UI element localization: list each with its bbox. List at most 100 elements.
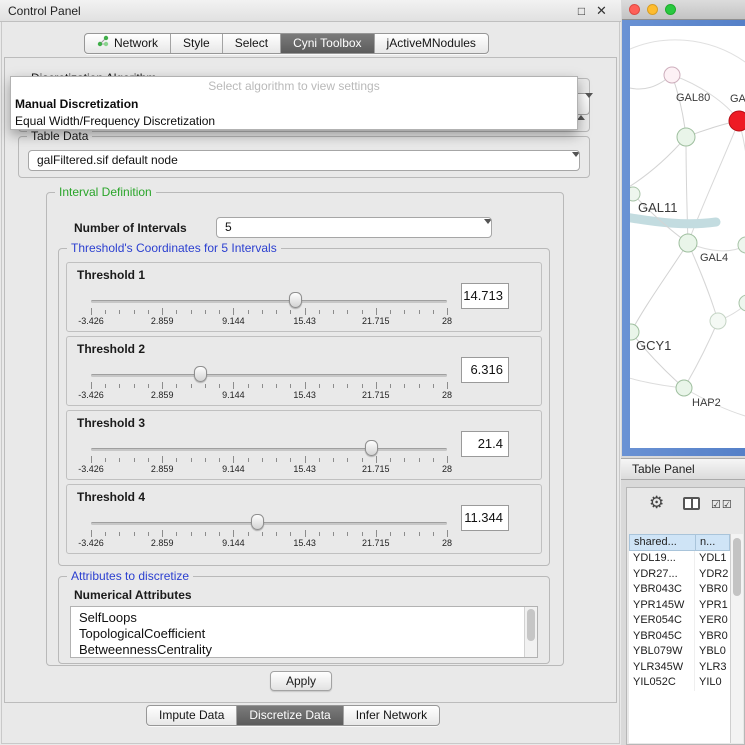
- mac-zoom-icon[interactable]: [665, 4, 676, 15]
- scrollbar-thumb[interactable]: [733, 538, 741, 596]
- threshold-value-field[interactable]: 11.344: [461, 505, 509, 531]
- tick-mark: [262, 384, 263, 388]
- column-header-name[interactable]: n...: [695, 534, 730, 551]
- cell-name[interactable]: YLR3: [695, 660, 730, 676]
- numerical-attributes-list[interactable]: SelfLoopsTopologicalCoefficientBetweenne…: [70, 606, 538, 658]
- table-row[interactable]: YBL079WYBL0: [629, 644, 730, 660]
- tab-jactivemnodules[interactable]: jActiveMNodules: [375, 34, 488, 53]
- network-node[interactable]: [676, 380, 692, 396]
- attribute-list-item[interactable]: SelfLoops: [79, 610, 537, 626]
- mac-close-icon[interactable]: [629, 4, 640, 15]
- table-row[interactable]: YIL052CYIL0: [629, 675, 730, 691]
- network-edge[interactable]: [630, 40, 745, 64]
- cell-name[interactable]: YER0: [695, 613, 730, 629]
- popup-option-equal-width-frequency[interactable]: Equal Width/Frequency Discretization: [11, 113, 577, 130]
- slider-thumb[interactable]: [194, 366, 207, 382]
- network-edge[interactable]: [672, 75, 686, 137]
- network-edge[interactable]: [630, 216, 716, 224]
- network-node[interactable]: [710, 313, 726, 329]
- attribute-list-item[interactable]: TopologicalCoefficient: [79, 626, 537, 642]
- cell-shared-name[interactable]: YDL19...: [629, 551, 695, 567]
- table-panel-header[interactable]: Table Panel: [621, 458, 745, 480]
- attribute-list-item[interactable]: BetweennessCentrality: [79, 642, 537, 658]
- network-node[interactable]: [630, 187, 640, 201]
- table-row[interactable]: YER054CYER0: [629, 613, 730, 629]
- cell-name[interactable]: YPR1: [695, 598, 730, 614]
- number-of-intervals-combo[interactable]: 5: [216, 217, 492, 238]
- network-edge[interactable]: [739, 121, 745, 245]
- network-edge[interactable]: [630, 137, 686, 190]
- threshold-slider[interactable]: [91, 448, 447, 451]
- cell-name[interactable]: YBR0: [695, 629, 730, 645]
- threshold-value-field[interactable]: 6.316: [461, 357, 509, 383]
- table-row[interactable]: YBR043CYBR0: [629, 582, 730, 598]
- slider-track[interactable]: [91, 374, 447, 377]
- slider-track[interactable]: [91, 448, 447, 451]
- scrollbar-thumb[interactable]: [527, 609, 535, 641]
- table-row[interactable]: YDR27...YDR2: [629, 567, 730, 583]
- cell-name[interactable]: YIL0: [695, 675, 730, 691]
- cell-name[interactable]: YBL0: [695, 644, 730, 660]
- network-node[interactable]: [738, 237, 745, 253]
- cell-shared-name[interactable]: YPR145W: [629, 598, 695, 614]
- cell-shared-name[interactable]: YBR043C: [629, 582, 695, 598]
- table-row[interactable]: YPR145WYPR1: [629, 598, 730, 614]
- table-row[interactable]: YBR045CYBR0: [629, 629, 730, 645]
- slider-ticks: [91, 308, 447, 315]
- tab-cyni-toolbox[interactable]: Cyni Toolbox: [281, 34, 374, 53]
- scale-tick-label: 9.144: [222, 538, 245, 548]
- tab-label: Infer Network: [356, 706, 427, 725]
- threshold-slider[interactable]: [91, 300, 447, 303]
- network-node[interactable]: [679, 234, 697, 252]
- cell-shared-name[interactable]: YLR345W: [629, 660, 695, 676]
- cell-name[interactable]: YDL1: [695, 551, 730, 567]
- tab-discretize-data[interactable]: Discretize Data: [237, 706, 343, 725]
- tab-impute-data[interactable]: Impute Data: [147, 706, 237, 725]
- threshold-slider[interactable]: [91, 522, 447, 525]
- scale-tick-label: 15.43: [293, 538, 316, 548]
- network-edge[interactable]: [684, 321, 718, 388]
- cell-shared-name[interactable]: YER054C: [629, 613, 695, 629]
- cell-name[interactable]: YBR0: [695, 582, 730, 598]
- tab-infer-network[interactable]: Infer Network: [344, 706, 439, 725]
- cell-shared-name[interactable]: YIL052C: [629, 675, 695, 691]
- network-edge[interactable]: [631, 243, 688, 332]
- tab-style[interactable]: Style: [171, 34, 223, 53]
- threshold-4-panel: Threshold 4 -3.4262.8599.14415.4321.7152…: [66, 484, 542, 554]
- cell-shared-name[interactable]: YBR045C: [629, 629, 695, 645]
- network-canvas[interactable]: GAL80GAGAL11GAL4GCY1HAP2: [630, 26, 745, 448]
- float-window-icon[interactable]: □: [574, 3, 589, 19]
- table-data-combo[interactable]: galFiltered.sif default node: [28, 150, 580, 171]
- table-scrollbar[interactable]: [730, 534, 743, 743]
- threshold-slider[interactable]: [91, 374, 447, 377]
- table-row[interactable]: YLR345WYLR3: [629, 660, 730, 676]
- close-icon[interactable]: ✕: [594, 3, 609, 19]
- slider-track[interactable]: [91, 522, 447, 525]
- tick-mark: [219, 458, 220, 462]
- threshold-value-field[interactable]: 21.4: [461, 431, 509, 457]
- table-row[interactable]: YDL19...YDL1: [629, 551, 730, 567]
- slider-thumb[interactable]: [251, 514, 264, 530]
- network-node[interactable]: [729, 111, 745, 131]
- apply-button[interactable]: Apply: [270, 671, 332, 691]
- slider-thumb[interactable]: [365, 440, 378, 456]
- network-node[interactable]: [664, 67, 680, 83]
- gear-icon[interactable]: ⚙: [649, 493, 664, 513]
- network-node[interactable]: [677, 128, 695, 146]
- slider-track[interactable]: [91, 300, 447, 303]
- scale-tick-label: -3.426: [78, 316, 104, 326]
- threshold-value-field[interactable]: 14.713: [461, 283, 509, 309]
- column-header-shared-name[interactable]: shared...: [629, 534, 695, 551]
- columns-icon[interactable]: [683, 497, 700, 510]
- slider-thumb[interactable]: [289, 292, 302, 308]
- cell-shared-name[interactable]: YDR27...: [629, 567, 695, 583]
- tab-select[interactable]: Select: [223, 34, 281, 53]
- popup-option-manual-discretization[interactable]: Manual Discretization: [11, 96, 577, 113]
- cell-name[interactable]: YDR2: [695, 567, 730, 583]
- select-columns-icon[interactable]: ☑☑: [711, 498, 733, 511]
- network-window-titlebar[interactable]: [622, 0, 745, 20]
- mac-minimize-icon[interactable]: [647, 4, 658, 15]
- tab-network[interactable]: Network: [85, 34, 171, 53]
- list-scrollbar[interactable]: [524, 607, 537, 657]
- cell-shared-name[interactable]: YBL079W: [629, 644, 695, 660]
